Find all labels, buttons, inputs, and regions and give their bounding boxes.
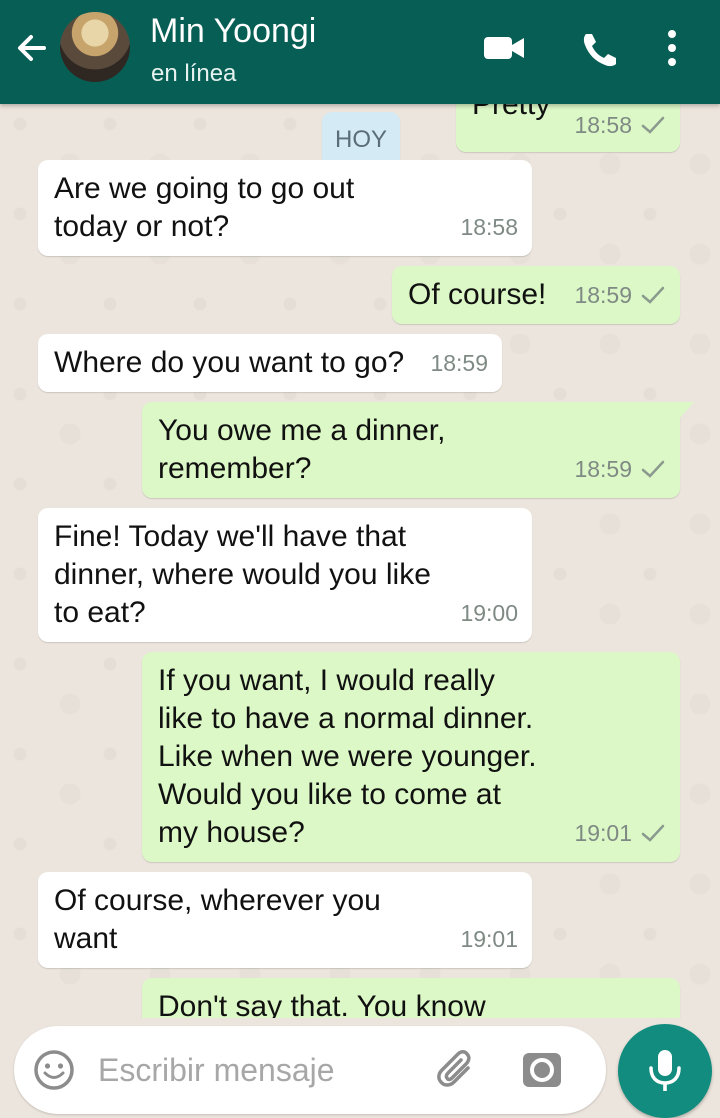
message-outgoing[interactable]: Pretty 18:58 xyxy=(456,104,680,152)
chat-wallpaper: Pretty 18:58 HOY Are we going to go out … xyxy=(0,104,720,1118)
more-vertical-icon[interactable] xyxy=(662,28,682,73)
message-text: Fine! Today we'll have that dinner, wher… xyxy=(54,520,431,629)
contact-status: en línea xyxy=(151,60,237,87)
single-check-icon xyxy=(641,116,665,134)
message-text: Pretty xyxy=(472,104,551,121)
message-text: You owe me a dinner, remember? xyxy=(158,414,446,485)
mic-icon xyxy=(649,1050,681,1091)
chat-header: Min Yoongi en línea xyxy=(0,0,720,104)
bubble-tail xyxy=(678,402,694,420)
camera-icon[interactable] xyxy=(520,1048,564,1097)
message-input[interactable]: Escribir mensaje xyxy=(98,1052,335,1089)
message-time: 18:59 xyxy=(430,350,488,376)
message-text: Where do you want to go? xyxy=(54,346,405,379)
emoji-icon[interactable] xyxy=(32,1048,76,1097)
message-time: 18:59 xyxy=(574,282,632,308)
single-check-icon xyxy=(641,460,665,478)
message-time: 18:58 xyxy=(574,112,632,138)
message-time: 19:01 xyxy=(574,820,632,846)
back-arrow-icon[interactable] xyxy=(12,28,52,68)
mic-button[interactable] xyxy=(618,1024,712,1118)
message-text: If you want, I would really like to have… xyxy=(158,664,537,849)
message-time: 18:58 xyxy=(460,214,518,240)
message-text: Of course, wherever you want xyxy=(54,884,381,955)
message-text: Are we going to go out today or not? xyxy=(54,172,355,243)
message-time: 18:59 xyxy=(574,456,632,482)
single-check-icon xyxy=(641,824,665,842)
message-incoming[interactable]: Where do you want to go? 18:59 xyxy=(38,334,502,392)
message-outgoing[interactable]: Of course! 18:59 xyxy=(392,266,680,324)
message-composer[interactable]: Escribir mensaje xyxy=(14,1026,606,1114)
single-check-icon xyxy=(641,286,665,304)
message-incoming[interactable]: Fine! Today we'll have that dinner, wher… xyxy=(38,508,532,642)
message-incoming[interactable]: Are we going to go out today or not? 18:… xyxy=(38,160,532,256)
video-call-icon[interactable] xyxy=(482,28,526,73)
message-outgoing[interactable]: If you want, I would really like to have… xyxy=(142,652,680,862)
contact-avatar[interactable] xyxy=(60,12,130,82)
contact-name[interactable]: Min Yoongi xyxy=(150,12,316,51)
attach-icon[interactable] xyxy=(434,1046,482,1099)
message-time: 19:01 xyxy=(460,926,518,952)
message-outgoing[interactable]: You owe me a dinner, remember? 18:59 xyxy=(142,402,694,498)
message-time: 19:00 xyxy=(460,600,518,626)
message-incoming[interactable]: Of course, wherever you want 19:01 xyxy=(38,872,532,968)
phone-icon[interactable] xyxy=(578,28,622,77)
